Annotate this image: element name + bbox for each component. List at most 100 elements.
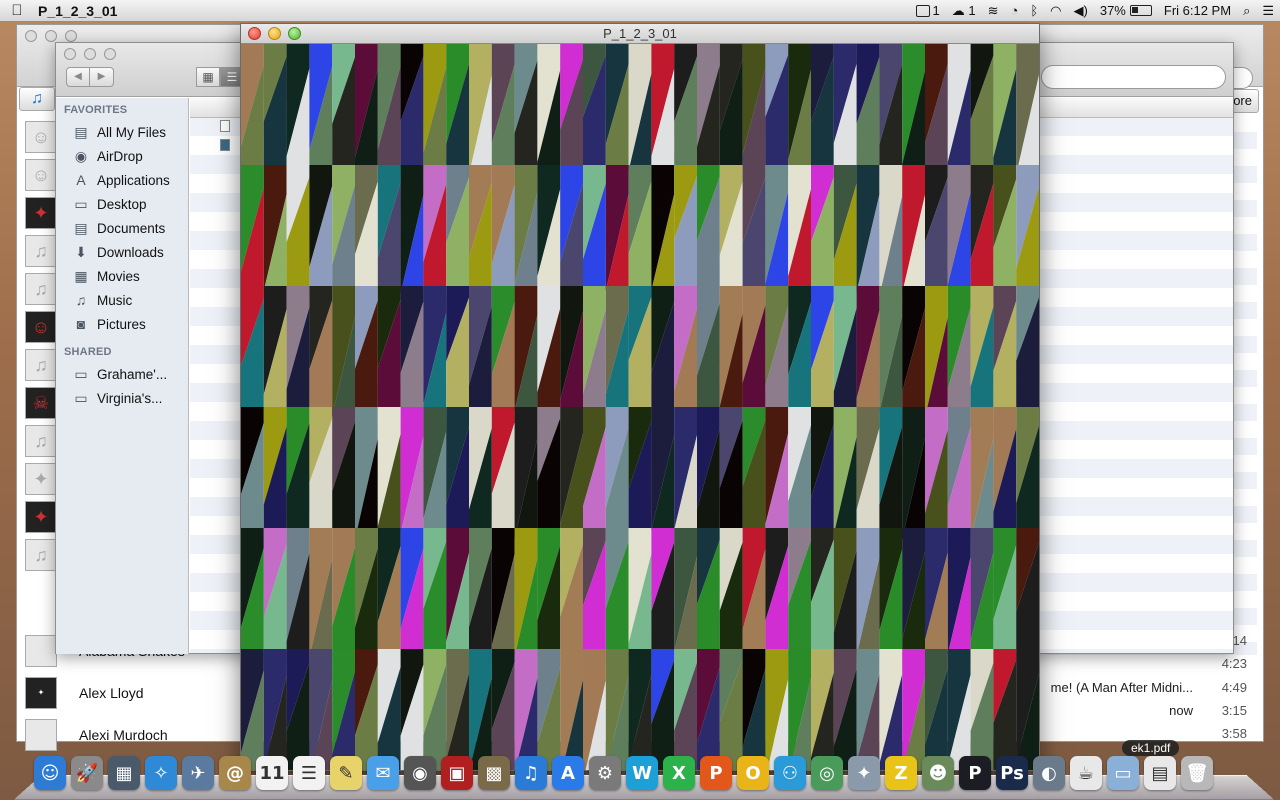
launchpad-icon[interactable]: 🚀 bbox=[71, 756, 103, 790]
close-icon[interactable] bbox=[248, 27, 261, 40]
iphoto-icon[interactable]: ▩ bbox=[478, 756, 510, 790]
music-source-button[interactable]: ♫ bbox=[19, 87, 55, 111]
system-preferences-icon[interactable]: ⚙ bbox=[589, 756, 621, 790]
sidebar-item-music[interactable]: ♫ Music bbox=[56, 288, 188, 312]
reminders-icon[interactable]: ☰ bbox=[293, 756, 325, 790]
track-row[interactable]: 3:58 bbox=[1193, 726, 1247, 741]
wifi-item[interactable]: ◠ bbox=[1044, 0, 1067, 22]
artist-row[interactable]: ✦ Alex Lloyd bbox=[25, 677, 144, 709]
sidebar-item-grahame[interactable]: ▭ Grahame'... bbox=[56, 362, 188, 386]
artist-thumb bbox=[25, 635, 57, 667]
file-icon[interactable] bbox=[220, 139, 230, 151]
album-art-thumb[interactable]: ☠ bbox=[25, 387, 57, 419]
track-time: 3:58 bbox=[1221, 726, 1247, 741]
sidebar-item-pictures[interactable]: ◙ Pictures bbox=[56, 312, 188, 336]
photo-booth-icon[interactable]: ▣ bbox=[441, 756, 473, 790]
forward-button[interactable]: ▶ bbox=[90, 67, 114, 87]
volume-item[interactable]: ◀) bbox=[1068, 0, 1094, 22]
apple-menu-icon[interactable]:  bbox=[0, 2, 34, 19]
lync-icon[interactable]: ⚇ bbox=[774, 756, 806, 790]
adobe-icon bbox=[915, 4, 930, 17]
sidebar-item-desktop[interactable]: ▭ Desktop bbox=[56, 192, 188, 216]
finder-icon[interactable]: ☺ bbox=[34, 756, 66, 790]
calendar-icon[interactable]: 11 bbox=[256, 756, 288, 790]
bluetooth-item[interactable]: ᛒ bbox=[1024, 0, 1044, 22]
contacts-icon[interactable]: @ bbox=[219, 756, 251, 790]
shared-list: ▭ Grahame'... ▭ Virginia's... bbox=[56, 362, 188, 410]
minimize-icon[interactable] bbox=[45, 30, 57, 42]
safari-icon[interactable]: ✧ bbox=[145, 756, 177, 790]
app-store-icon[interactable]: A bbox=[552, 756, 584, 790]
processing-icon[interactable]: P bbox=[959, 756, 991, 790]
mission-control-icon[interactable]: ▦ bbox=[108, 756, 140, 790]
trash-icon[interactable]: 🗑 bbox=[1181, 756, 1213, 790]
sidebar-item-movies[interactable]: ▦ Movies bbox=[56, 264, 188, 288]
creative-cloud-icon: ☁ bbox=[951, 2, 965, 18]
artist-thumb[interactable]: ☺ bbox=[25, 121, 57, 153]
notes-icon[interactable]: ✎ bbox=[330, 756, 362, 790]
back-arrow-icon: ◀ bbox=[74, 71, 82, 82]
artist-thumbnails: ☺ ☺ ✦ ♫ ♫ ☺ ♫ ☠ ♫ ✦ ✦ ♫ bbox=[17, 115, 57, 571]
zoom-icon[interactable] bbox=[104, 48, 116, 60]
documents-stack-icon[interactable]: ▤ bbox=[1144, 756, 1176, 790]
track-row[interactable]: me! (A Man After Midni... 4:49 bbox=[1051, 680, 1247, 695]
artist-thumb[interactable]: ♫ bbox=[25, 539, 57, 571]
clock[interactable]: Fri 6:12 PM bbox=[1158, 0, 1237, 22]
powerpoint-icon[interactable]: P bbox=[700, 756, 732, 790]
spotlight-item[interactable]: ⌕ bbox=[1237, 0, 1256, 22]
sidebar-item-downloads[interactable]: ⬇ Downloads bbox=[56, 240, 188, 264]
notification-center-item[interactable]: ☰ bbox=[1256, 0, 1280, 22]
track-row[interactable]: 4:23 bbox=[1193, 656, 1247, 671]
file-icon[interactable] bbox=[220, 120, 230, 132]
zend-icon[interactable]: Z bbox=[885, 756, 917, 790]
itunes-icon[interactable]: ♫ bbox=[515, 756, 547, 790]
finder-search-input[interactable] bbox=[1041, 65, 1226, 89]
satellite-icon[interactable]: ✦ bbox=[848, 756, 880, 790]
artist-thumb[interactable]: ☺ bbox=[25, 159, 57, 191]
layers-status-item[interactable]: ≋ bbox=[982, 0, 1005, 22]
app-menu[interactable]: P_1_2_3_01 bbox=[38, 3, 117, 19]
sidebar-item-documents[interactable]: ▤ Documents bbox=[56, 216, 188, 240]
minimize-icon[interactable] bbox=[268, 27, 281, 40]
album-art-thumb[interactable]: ✦ bbox=[25, 197, 57, 229]
time-machine-item[interactable]: ◔ bbox=[1005, 0, 1025, 22]
sketch-canvas[interactable] bbox=[241, 44, 1039, 770]
downloads-stack-icon[interactable]: ▭ bbox=[1107, 756, 1139, 790]
excel-icon[interactable]: X bbox=[663, 756, 695, 790]
preview-icon[interactable]: ◐ bbox=[1033, 756, 1065, 790]
java-icon[interactable]: ☕ bbox=[1070, 756, 1102, 790]
artist-thumb[interactable]: ♫ bbox=[25, 349, 57, 381]
messages-icon[interactable]: ✉ bbox=[367, 756, 399, 790]
network-icon[interactable]: ◎ bbox=[811, 756, 843, 790]
track-row[interactable]: now 3:15 bbox=[1169, 703, 1247, 718]
adobe-status-item[interactable]: 1 bbox=[910, 0, 946, 22]
shared-drive-icon: ▭ bbox=[74, 365, 88, 382]
facetime-icon[interactable]: ◉ bbox=[404, 756, 436, 790]
album-art-thumb[interactable]: ✦ bbox=[25, 501, 57, 533]
back-button[interactable]: ◀ bbox=[66, 67, 90, 87]
album-art-thumb[interactable]: ☺ bbox=[25, 311, 57, 343]
sidebar-item-all-my-files[interactable]: ▤ All My Files bbox=[56, 120, 188, 144]
mail-icon[interactable]: ✈ bbox=[182, 756, 214, 790]
icon-view-button[interactable]: ▦ bbox=[196, 67, 220, 87]
creative-cloud-item[interactable]: ☁ 1 bbox=[946, 0, 982, 22]
artist-thumb[interactable]: ♫ bbox=[25, 235, 57, 267]
artist-row[interactable]: Alexi Murdoch bbox=[25, 719, 168, 751]
zoom-icon[interactable] bbox=[288, 27, 301, 40]
outlook-icon[interactable]: O bbox=[737, 756, 769, 790]
minimize-icon[interactable] bbox=[84, 48, 96, 60]
artist-thumb[interactable]: ♫ bbox=[25, 425, 57, 457]
album-art-thumb[interactable]: ✦ bbox=[25, 463, 57, 495]
shared-laptop-icon: ▭ bbox=[74, 389, 88, 406]
automator-icon[interactable]: ☻ bbox=[922, 756, 954, 790]
battery-item[interactable]: 37% bbox=[1094, 0, 1158, 22]
photoshop-icon[interactable]: Ps bbox=[996, 756, 1028, 790]
artist-thumb[interactable]: ♫ bbox=[25, 273, 57, 305]
sidebar-item-virginia-s[interactable]: ▭ Virginia's... bbox=[56, 386, 188, 410]
close-icon[interactable] bbox=[64, 48, 76, 60]
zoom-icon[interactable] bbox=[65, 30, 77, 42]
sidebar-item-airdrop[interactable]: ◉ AirDrop bbox=[56, 144, 188, 168]
sidebar-item-applications[interactable]: A Applications bbox=[56, 168, 188, 192]
close-icon[interactable] bbox=[25, 30, 37, 42]
word-icon[interactable]: W bbox=[626, 756, 658, 790]
